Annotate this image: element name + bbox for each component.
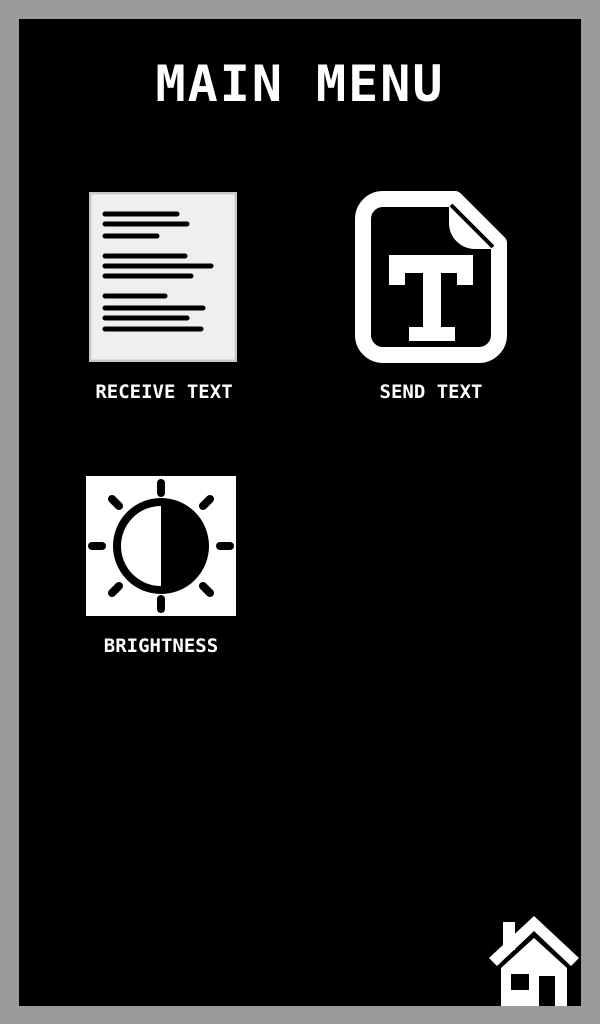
page-title: MAIN MENU <box>155 55 445 113</box>
send-text-label: SEND TEXT <box>379 381 483 403</box>
document-lines-icon <box>88 191 238 363</box>
device-bezel: MAIN MENU RECEIVE TEXT SEND TEXT BRIGHTN… <box>0 0 600 1024</box>
main-menu-screen: MAIN MENU RECEIVE TEXT SEND TEXT BRIGHTN… <box>19 19 581 1006</box>
brightness-icon <box>86 476 236 616</box>
text-file-icon <box>355 191 507 363</box>
receive-text-label: RECEIVE TEXT <box>95 381 233 403</box>
send-text-button[interactable]: SEND TEXT <box>341 191 521 406</box>
home-button[interactable] <box>487 914 581 1006</box>
brightness-label: BRIGHTNESS <box>103 635 219 657</box>
receive-text-button[interactable]: RECEIVE TEXT <box>74 191 254 406</box>
brightness-button[interactable]: BRIGHTNESS <box>79 475 249 665</box>
home-icon <box>489 916 579 1006</box>
